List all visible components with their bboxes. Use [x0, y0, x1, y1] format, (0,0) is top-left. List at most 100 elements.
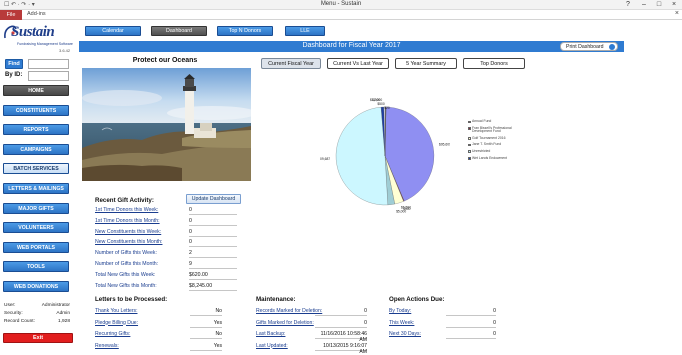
- nav-campaigns-button[interactable]: CAMPAIGNS: [3, 143, 69, 155]
- pie-slice-label: $20: [384, 106, 390, 110]
- tab-top-n-donors[interactable]: Top N Donors: [217, 26, 273, 36]
- maintenance-row-label[interactable]: Records Marked for Deletion:: [256, 308, 322, 314]
- letters-row-label[interactable]: Thank You Letters:: [95, 308, 137, 314]
- letters-row-value: No: [190, 308, 222, 316]
- legend-swatch: [468, 150, 471, 153]
- main-nav: HOME CONSTITUENTS REPORTS CAMPAIGNS BATCH SE…: [0, 0, 80, 350]
- activity-row-label: Number of Gifts this Week:: [95, 250, 157, 257]
- tab-current-vs-last-year[interactable]: Current Vs Last Year: [327, 58, 389, 69]
- letters-row-label[interactable]: Pledge Billing Due:: [95, 320, 138, 326]
- legend-item: Wet Lands Endowment: [468, 155, 528, 161]
- pie-slice-label: $95,609: [439, 143, 450, 147]
- nav-tools-button[interactable]: TOOLS: [3, 261, 69, 273]
- record-count-row: Record Count: 1,928: [4, 319, 70, 324]
- maintenance-row-value: 0: [315, 320, 367, 328]
- security-value: Admin: [56, 311, 70, 316]
- activity-row-label[interactable]: 1st Time Donors this Month:: [95, 218, 160, 224]
- recent-activity-title: Recent Gift Activity:: [95, 197, 154, 204]
- legend-item: Jane T. Smith Fund: [468, 143, 528, 147]
- activity-row-value: 0: [189, 207, 237, 215]
- tab-calendar[interactable]: Calendar: [85, 26, 141, 36]
- maintenance-row-value: 0: [315, 308, 367, 316]
- legend-swatch: [468, 143, 471, 147]
- legend-item: Annual Fund: [468, 119, 528, 124]
- tab-top-donors[interactable]: Top Donors: [463, 58, 525, 69]
- nav-reports-button[interactable]: REPORTS: [3, 124, 69, 136]
- nav-volunteers-button[interactable]: VOLUNTEERS: [3, 222, 69, 234]
- letters-title: Letters to be Processed:: [95, 296, 168, 303]
- open-actions-row-value: 0: [446, 331, 496, 339]
- close-icon[interactable]: ×: [667, 0, 681, 10]
- minimize-icon[interactable]: –: [637, 0, 651, 10]
- open-actions-row-label[interactable]: By Today:: [389, 308, 411, 314]
- letters-row-label[interactable]: Recurring Gifts:: [95, 331, 130, 337]
- user-row: User: Administrator: [4, 303, 70, 308]
- letters-row-value: No: [190, 331, 222, 339]
- maintenance-row-value: 11/16/2016 10:58:46 AM: [315, 331, 367, 343]
- open-actions-row-label[interactable]: Next 30 Days:: [389, 331, 421, 337]
- pie-slice-label: $5,000: [396, 210, 406, 214]
- nav-web-portals-button[interactable]: WEB PORTALS: [3, 241, 69, 253]
- user-value: Administrator: [41, 303, 70, 308]
- legend-swatch: [468, 157, 471, 160]
- help-icon[interactable]: ?: [621, 0, 635, 10]
- maximize-icon[interactable]: □: [652, 0, 666, 10]
- ribbon-close-icon[interactable]: ×: [675, 10, 679, 17]
- pie-slice: [335, 107, 388, 206]
- open-actions-row-label[interactable]: This Week:: [389, 320, 414, 326]
- activity-row-value: 0: [189, 229, 237, 237]
- pie-slice-label: $109,687: [320, 157, 330, 161]
- activity-row-label: Total New Gifts this Month:: [95, 282, 157, 289]
- letters-row-label[interactable]: Renewals:: [95, 343, 119, 349]
- dashboard-header: Dashboard for Fiscal Year 2017: [79, 41, 624, 52]
- tab-dashboard[interactable]: Dashboard: [151, 26, 207, 36]
- tab-lle[interactable]: LLE: [285, 26, 325, 36]
- activity-row-value: $620.00: [189, 272, 237, 280]
- maintenance-row-label[interactable]: Gifts Marked for Deletion:: [256, 320, 314, 326]
- activity-row-label: Total New Gifts this Week:: [95, 271, 156, 278]
- chart-legend: Annual Fund Fran Bissell's Professional D…: [468, 119, 528, 163]
- fiscal-year-pie-chart: $95,609$500$6,590$5,000$109,687$2,000$1,…: [320, 98, 450, 214]
- maintenance-row-label[interactable]: Last Backup:: [256, 331, 285, 337]
- title-bar: ☐ ↶ · ↷ · ▾ Menu - Sustain ? – □ ×: [0, 0, 682, 10]
- tab-current-fiscal-year[interactable]: Current Fiscal Year: [261, 58, 321, 69]
- letters-row-value: Yes: [190, 343, 222, 351]
- nav-home-button[interactable]: HOME: [3, 85, 69, 96]
- window-title: Menu - Sustain: [320, 1, 362, 7]
- activity-row-value: 9: [189, 261, 237, 269]
- activity-row-label[interactable]: 1st Time Donors this Week:: [95, 207, 158, 213]
- legend-swatch: [468, 120, 471, 123]
- legend-label: Wet Lands Endowment: [472, 155, 507, 160]
- print-icon: [609, 44, 615, 50]
- ribbon-bar: File Add-ins ×: [0, 10, 682, 20]
- maintenance-title: Maintenance:: [256, 296, 296, 303]
- record-count-value: 1,928: [57, 319, 70, 324]
- activity-row-value: 2: [189, 250, 237, 259]
- legend-label: Unrestricted: [472, 148, 491, 153]
- legend-label: Annual Fund: [472, 119, 492, 123]
- record-count-label: Record Count:: [4, 319, 35, 324]
- nav-web-donations-button[interactable]: WEB DONATIONS: [3, 281, 69, 292]
- lighthouse-photo: [82, 68, 251, 181]
- exit-button[interactable]: Exit: [3, 333, 73, 343]
- activity-row-value: 0: [189, 239, 237, 248]
- legend-label: Golf Tournament 2016: [472, 135, 506, 140]
- update-dashboard-button[interactable]: Update Dashboard: [186, 194, 241, 204]
- photo-title: Protect our Oceans: [132, 57, 198, 64]
- activity-row-label[interactable]: New Constituents this Month:: [95, 239, 162, 245]
- activity-row-value: $8,245.00: [189, 283, 237, 291]
- activity-row-label[interactable]: New Constituents this Week:: [95, 229, 161, 235]
- maintenance-row-label[interactable]: Last Updated:: [256, 343, 288, 349]
- tab-5-year-summary[interactable]: 5 Year Summary: [395, 58, 457, 69]
- legend-item: Golf Tournament 2016: [468, 135, 528, 141]
- nav-major-gifts-button[interactable]: MAJOR GIFTS: [3, 202, 69, 214]
- nav-constituents-button[interactable]: CONSTITUENTS: [3, 104, 69, 116]
- print-dashboard-button[interactable]: Print Dashboard: [560, 42, 618, 51]
- nav-batch-services-button[interactable]: BATCH SERVICES: [3, 163, 69, 175]
- letters-row-value: Yes: [190, 320, 222, 328]
- dashboard-title: Dashboard for Fiscal Year 2017: [302, 42, 401, 49]
- open-actions-row-value: 0: [446, 308, 496, 316]
- open-actions-title: Open Actions Due:: [389, 296, 445, 303]
- activity-row-label: Number of Gifts this Month:: [95, 261, 159, 267]
- nav-letters-mailings-button[interactable]: LETTERS & MAILINGS: [3, 183, 69, 194]
